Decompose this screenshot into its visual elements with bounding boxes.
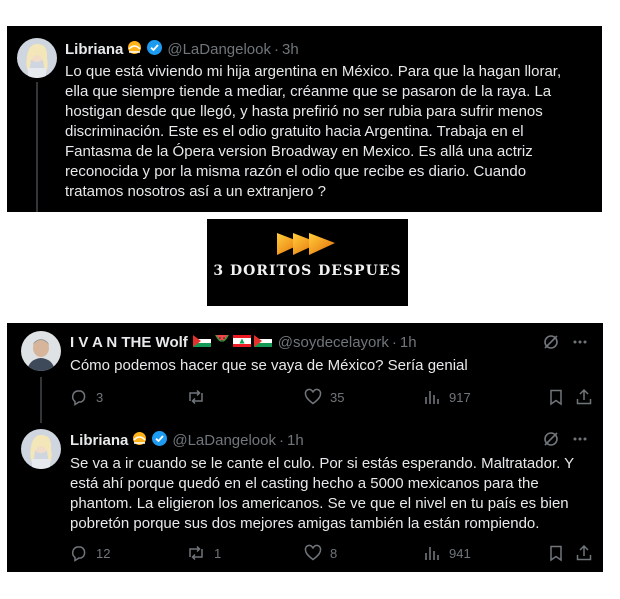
- like-icon: [304, 388, 322, 406]
- libra-emoji-icon: [126, 39, 143, 60]
- dot-separator: ·: [274, 41, 279, 58]
- avatar[interactable]: [21, 429, 61, 469]
- grok-icon[interactable]: [542, 333, 560, 356]
- reply-text: Cómo podemos hacer que se vaya de México…: [70, 357, 468, 374]
- thread-line: [40, 377, 42, 423]
- dot-separator: ·: [279, 432, 284, 449]
- views-icon: [423, 544, 441, 562]
- handle[interactable]: @LaDangelook: [172, 432, 276, 449]
- tweet-text: Lo que está viviendo mi hija argentina e…: [65, 63, 562, 200]
- bookmark-button[interactable]: [547, 544, 565, 562]
- verified-icon: [146, 39, 163, 60]
- reply1-top-icons: [542, 333, 588, 356]
- share-icon: [575, 388, 593, 406]
- thread-line: [36, 82, 38, 212]
- repost-icon: [186, 388, 206, 406]
- more-icon[interactable]: [572, 430, 588, 453]
- timestamp[interactable]: 3h: [282, 41, 299, 58]
- share-button[interactable]: [575, 388, 593, 406]
- original-tweet[interactable]: Libriana @LaDangelook · 3h Lo que está v…: [7, 26, 602, 212]
- reply-icon: [70, 544, 88, 562]
- reply2-top-icons: [542, 430, 588, 453]
- like-icon: [304, 544, 322, 562]
- like-count: 35: [330, 389, 345, 405]
- palestine-flag-icon: [253, 334, 272, 351]
- share-button[interactable]: [575, 544, 593, 562]
- reply-button[interactable]: 3: [70, 388, 103, 406]
- views-icon: [423, 388, 441, 406]
- reply-button[interactable]: 12: [70, 544, 110, 562]
- views-button[interactable]: 941: [423, 544, 471, 562]
- repost-count: 1: [214, 545, 222, 561]
- views-count: 941: [449, 545, 471, 561]
- palestine-flag-icon: [192, 334, 211, 351]
- reply-text: Se va a ir cuando se le cante el culo. P…: [70, 455, 575, 532]
- meme-image: 3 DORITOS DESPUES: [207, 219, 408, 306]
- repost-icon: [186, 544, 206, 562]
- dot-separator: ·: [391, 333, 397, 351]
- avatar[interactable]: [21, 331, 61, 371]
- repost-button[interactable]: 1: [186, 544, 221, 562]
- views-count: 917: [449, 389, 471, 405]
- display-name[interactable]: I V A N THE Wolf: [70, 334, 188, 351]
- display-name[interactable]: Libriana: [65, 41, 123, 58]
- timestamp[interactable]: 1h: [400, 334, 417, 351]
- bookmark-button[interactable]: [547, 388, 565, 406]
- bookmark-icon: [547, 388, 565, 406]
- reply-header: Libriana @LaDangelook · 1h: [70, 430, 304, 451]
- grok-icon[interactable]: [542, 430, 560, 453]
- avatar[interactable]: [17, 38, 57, 78]
- verified-icon: [151, 430, 168, 451]
- like-button[interactable]: 35: [304, 388, 344, 406]
- reply-header: I V A N THE Wolf @soydecelayork · 1h: [70, 333, 417, 351]
- handle[interactable]: @soydecelayork: [278, 334, 389, 351]
- timestamp[interactable]: 1h: [287, 432, 304, 449]
- display-name[interactable]: Libriana: [70, 432, 128, 449]
- more-icon[interactable]: [572, 333, 588, 356]
- like-button[interactable]: 8: [304, 544, 337, 562]
- lebanon-flag-icon: [232, 334, 251, 351]
- reply2-action-bar: 12 1 8 941: [70, 543, 593, 563]
- watermelon-icon: [214, 333, 230, 351]
- views-button[interactable]: 917: [423, 388, 471, 406]
- reply-count: 3: [96, 389, 104, 405]
- repost-button[interactable]: [186, 388, 214, 406]
- reply1-action-bar: 3 35 917: [70, 387, 593, 407]
- share-icon: [575, 544, 593, 562]
- meme-caption: 3 DORITOS DESPUES: [213, 263, 402, 279]
- reply-thread: I V A N THE Wolf @soydecelayork · 1h Cóm…: [7, 323, 603, 572]
- bookmark-icon: [547, 544, 565, 562]
- libra-emoji-icon: [131, 430, 148, 451]
- reply-icon: [70, 388, 88, 406]
- reply-count: 12: [96, 545, 111, 561]
- tweet-header: Libriana @LaDangelook · 3h: [65, 39, 299, 60]
- like-count: 8: [330, 545, 338, 561]
- handle[interactable]: @LaDangelook: [167, 41, 271, 58]
